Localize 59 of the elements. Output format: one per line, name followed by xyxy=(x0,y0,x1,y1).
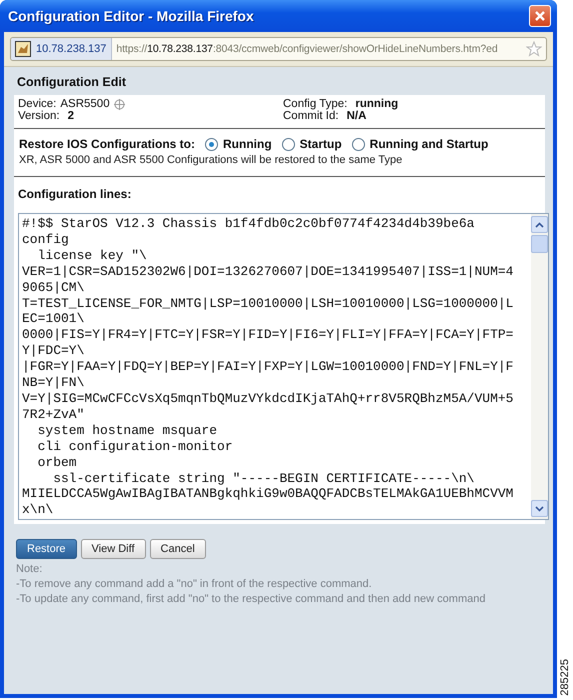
config-line: 9065|CM\ xyxy=(22,280,86,296)
config-lines-label: Configuration lines: xyxy=(17,186,132,203)
window-title: Configuration Editor - Mozilla Firefox xyxy=(8,8,254,24)
config-text-area[interactable] xyxy=(18,213,549,520)
note-text: Note: xyxy=(16,562,44,577)
config-line: NB=Y|FN\ xyxy=(22,375,86,391)
config-line: 0000|FIS=Y|FR4=Y|FTC=Y|FSR=Y|FID=Y|FI6=Y|FLI=Y|FFA=Y|FCA=Y|FTP= xyxy=(22,327,514,344)
radio-label[interactable]: Startup xyxy=(300,137,342,151)
action-button[interactable]: Cancel xyxy=(150,539,206,559)
info-value: 2 xyxy=(68,110,74,122)
config-line: config xyxy=(22,232,70,248)
info-label: Device: xyxy=(18,98,56,110)
config-line: V=Y|SIG=MCwCFCcVsXq5mqnTbQMuzVYkdcdIKjaTAhQ+rr8V5RQBhzM5A/VUM+5 xyxy=(22,390,514,407)
config-line: T=TEST_LICENSE_FOR_NMTG|LSP=10010000|LSH=10010000|LSG=1000000|L xyxy=(22,296,514,312)
star-icon[interactable] xyxy=(526,41,542,57)
radio-button[interactable] xyxy=(352,138,365,150)
config-line: cli configuration-monitor xyxy=(36,438,234,455)
page-heading: Configuration Edit xyxy=(17,75,128,89)
info-label: Config Type: xyxy=(283,98,348,110)
scroll-thumb[interactable] xyxy=(531,235,548,253)
info-value: N/A xyxy=(346,110,366,122)
config-line: Y|FDC=Y\ xyxy=(22,343,86,360)
action-button[interactable]: View Diff xyxy=(80,539,146,559)
info-label: Version: xyxy=(18,110,60,122)
info-value: ASR5500 xyxy=(60,98,110,110)
config-line: MIIELDCCA5WgAwIBAgIBATANBgkqhkiG9w0BAQQFADCBsTELMAkGA1UEBhMCVVM xyxy=(22,486,514,502)
figure-number: 285225 xyxy=(559,659,571,696)
config-line: #!$$ StarOS V12.3 Chassis b1f4fdb0c2c0bf0774f4234d4b39be6a xyxy=(22,216,476,232)
up-caret-icon xyxy=(535,222,544,228)
restore-label: Restore IOS Configurations to: xyxy=(19,137,196,151)
config-line: x\n\ xyxy=(22,502,54,518)
action-button[interactable]: Restore xyxy=(16,539,77,559)
info-value: running xyxy=(355,98,398,110)
restore-note: XR, ASR 5000 and ASR 5500 Configurations will be restored to the same Type xyxy=(18,153,404,168)
config-line: ssl-certificate string "-----BEGIN CERTIFICATE-----\n\ xyxy=(52,470,476,486)
down-caret-icon xyxy=(535,506,544,512)
config-line: 7R2+ZvA" xyxy=(22,406,86,423)
info-label: Commit Id: xyxy=(283,110,339,122)
config-line: VER=1|CSR=SAD152302W6|DOI=1326270607|DOE=1341995407|ISS=1|NUM=4 xyxy=(22,264,514,280)
config-line: orbem xyxy=(36,454,78,470)
scroll-up-button[interactable] xyxy=(531,216,548,233)
radio-button[interactable] xyxy=(205,138,218,150)
crosshair-icon[interactable] xyxy=(114,98,125,110)
close-icon xyxy=(534,10,546,22)
site-identity: 10.78.238.137 xyxy=(36,43,106,55)
radio-label[interactable]: Running and Startup xyxy=(370,137,488,151)
config-line: system hostname msquare xyxy=(36,422,218,439)
radio-label[interactable]: Running xyxy=(223,137,272,151)
config-line: license key "\ xyxy=(36,248,148,264)
radio-button[interactable] xyxy=(282,138,295,150)
scroll-down-button[interactable] xyxy=(531,500,548,517)
url-text: https://10.78.238.137:8043/ccmweb/configviewer/showOrHideLineNumbers.htm?ed xyxy=(115,43,499,55)
note-text: -To remove any command add a "no" in front of the respective command. xyxy=(16,577,373,592)
config-line: |FGR=Y|FAA=Y|FDQ=Y|BEP=Y|FAI=Y|FXP=Y|LGW=10010000|FND=Y|FNL=Y|F xyxy=(22,359,514,376)
config-line: EC=1001\ xyxy=(22,311,86,328)
address-bar[interactable]: 10.78.238.137 https://10.78.238.137:8043/ccmweb/configviewer/showOrHideLineNumbers.htm?ed xyxy=(10,37,547,61)
site-icon xyxy=(15,41,31,57)
close-button[interactable] xyxy=(529,5,551,27)
note-text: -To update any command, first add "no" to the respective command and then add new command xyxy=(16,592,486,607)
